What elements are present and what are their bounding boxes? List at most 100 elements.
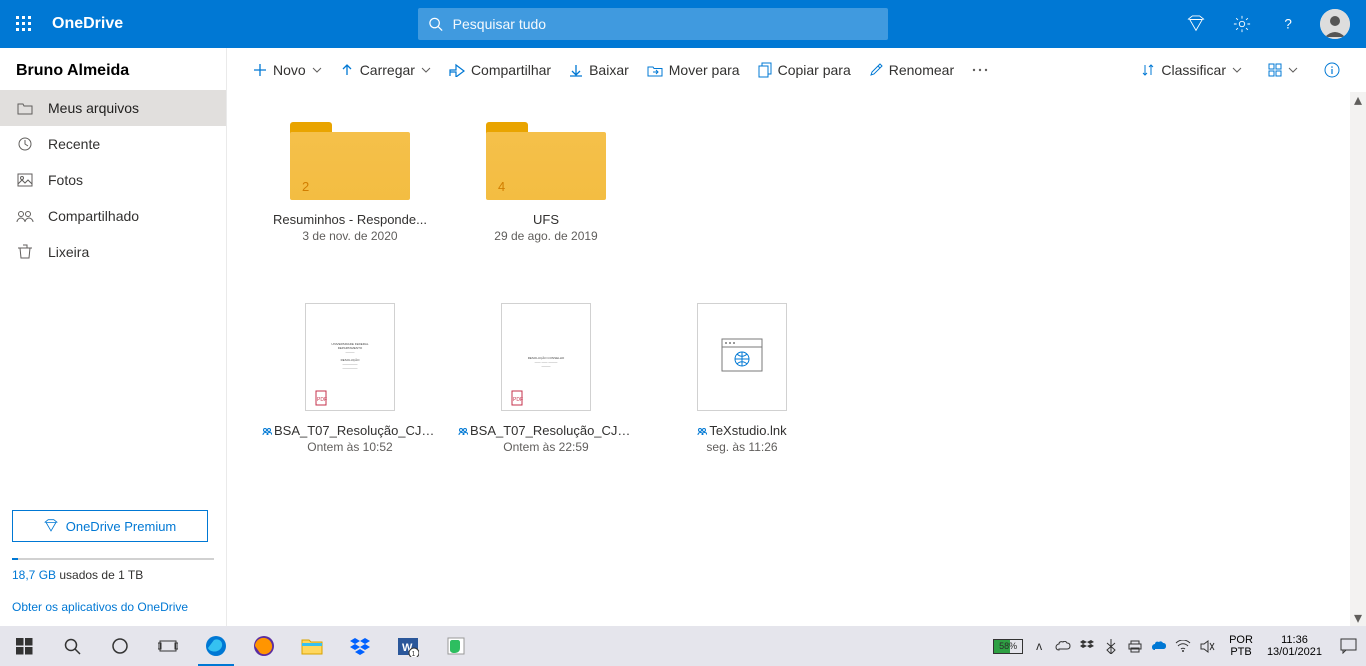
question-icon: ? (1279, 15, 1297, 33)
sidebar-item-shared[interactable]: Compartilhado (0, 198, 226, 234)
pdf-thumbnail: RESOLUÇÃO CONSELHO—— —— —————— PDF (501, 303, 591, 411)
taskbar-app-edge[interactable] (192, 626, 240, 666)
pdf-thumbnail: UNIVERSIDADE FEDERALDEPARTAMENTO———RESOL… (305, 303, 395, 411)
cmd-label: Carregar (360, 62, 415, 78)
file-tile[interactable]: RESOLUÇÃO CONSELHO—— —— —————— PDF BSA_T… (453, 303, 639, 454)
tile-date: 3 de nov. de 2020 (302, 229, 397, 243)
pdf-icon: PDF (510, 390, 524, 406)
action-center-button[interactable] (1330, 626, 1366, 666)
help-button[interactable]: ? (1274, 10, 1302, 38)
tile-date: Ontem às 22:59 (503, 440, 588, 454)
onedrive-sync-icon[interactable] (1055, 638, 1071, 654)
cmd-view[interactable] (1260, 57, 1306, 83)
app-launcher-button[interactable] (8, 8, 40, 40)
waffle-icon (16, 16, 32, 32)
word-icon: W1 (397, 635, 419, 657)
cmd-download[interactable]: Baixar (561, 56, 637, 84)
chevron-down-icon (312, 67, 322, 73)
cmd-info[interactable] (1316, 56, 1348, 84)
copy-icon (758, 62, 772, 78)
search-button[interactable] (48, 626, 96, 666)
start-button[interactable] (0, 626, 48, 666)
premium-button[interactable]: OneDrive Premium (12, 510, 208, 542)
premium-diamond-button[interactable] (1182, 10, 1210, 38)
link-thumbnail (697, 303, 787, 411)
cmd-share[interactable]: Compartilhar (441, 56, 559, 84)
cmd-move[interactable]: Mover para (639, 56, 748, 84)
clock[interactable]: 11:36 13/01/2021 (1259, 634, 1330, 658)
pdf-icon: PDF (314, 390, 328, 406)
search-input[interactable] (453, 16, 878, 32)
scroll-down-icon[interactable]: ▾ (1350, 610, 1366, 626)
cortana-button[interactable] (96, 626, 144, 666)
cmd-upload[interactable]: Carregar (332, 56, 439, 84)
tile-name: Resuminhos - Responde... (273, 212, 427, 227)
cmd-label: Compartilhar (471, 62, 551, 78)
cmd-new[interactable]: Novo (245, 56, 330, 84)
volume-icon[interactable] (1199, 638, 1215, 654)
tile-name: BSA_T07_Resolução_CJ_... (458, 423, 634, 438)
cortana-icon (111, 637, 129, 655)
settings-button[interactable] (1228, 10, 1256, 38)
onedrive-tray-icon[interactable] (1151, 638, 1167, 654)
more-icon (972, 68, 988, 72)
scrollbar[interactable]: ▴ ▾ (1350, 92, 1366, 626)
sidebar-item-label: Fotos (48, 172, 83, 188)
command-bar-right: Classificar (1133, 56, 1348, 84)
cmd-copy[interactable]: Copiar para (750, 56, 859, 84)
taskbar-app-dropbox[interactable] (336, 626, 384, 666)
sidebar-item-recent[interactable]: Recente (0, 126, 226, 162)
battery-indicator[interactable]: 58% (993, 639, 1023, 654)
sidebar: Bruno Almeida Meus arquivos Recente Foto… (0, 48, 227, 626)
file-tile[interactable]: UNIVERSIDADE FEDERALDEPARTAMENTO———RESOL… (257, 303, 443, 454)
website-icon (720, 337, 764, 377)
tray-chevron-icon[interactable]: ᴧ (1031, 638, 1047, 654)
app-header: OneDrive ? (0, 0, 1366, 48)
sidebar-nav: Meus arquivos Recente Fotos Compartilhad… (0, 90, 226, 270)
tiles-view-icon (1268, 63, 1282, 77)
folder-tile[interactable]: 2 Resuminhos - Responde... 3 de nov. de … (257, 122, 443, 243)
taskbar-app-firefox[interactable] (240, 626, 288, 666)
tray-icons[interactable]: 58% ᴧ (985, 638, 1223, 654)
sidebar-item-photos[interactable]: Fotos (0, 162, 226, 198)
get-apps-link[interactable]: Obter os aplicativos do OneDrive (12, 600, 214, 614)
cmd-sort[interactable]: Classificar (1133, 56, 1250, 84)
dropbox-tray-icon[interactable] (1079, 638, 1095, 654)
folder-tile[interactable]: 4 UFS 29 de ago. de 2019 (453, 122, 639, 243)
sidebar-item-my-files[interactable]: Meus arquivos (0, 90, 226, 126)
tile-date: 29 de ago. de 2019 (494, 229, 597, 243)
task-view-button[interactable] (144, 626, 192, 666)
svg-text:PDF: PDF (317, 397, 327, 403)
info-icon (1324, 62, 1340, 78)
wifi-icon[interactable] (1175, 638, 1191, 654)
search-icon (63, 637, 81, 655)
cmd-rename[interactable]: Renomear (861, 56, 962, 84)
cmd-overflow[interactable] (964, 62, 996, 78)
cmd-label: Classificar (1161, 62, 1226, 78)
printer-icon[interactable] (1127, 638, 1143, 654)
taskbar-app-explorer[interactable] (288, 626, 336, 666)
sidebar-item-label: Meus arquivos (48, 100, 139, 116)
bluetooth-icon[interactable] (1103, 638, 1119, 654)
download-icon (569, 63, 583, 77)
shared-icon (262, 427, 272, 437)
firefox-icon (253, 635, 275, 657)
sidebar-item-recycle-bin[interactable]: Lixeira (0, 234, 226, 270)
storage-text[interactable]: 18,7 GB usados de 1 TB (12, 568, 214, 582)
dropbox-icon (350, 637, 370, 655)
taskbar-app-evernote[interactable] (432, 626, 480, 666)
cmd-label: Copiar para (778, 62, 851, 78)
file-tile[interactable]: TeXstudio.lnk seg. às 11:26 (649, 303, 835, 454)
tile-name: TeXstudio.lnk (697, 423, 786, 438)
notifications-icon (1340, 638, 1357, 654)
search-box[interactable] (418, 8, 888, 40)
files-grid: 2 Resuminhos - Responde... 3 de nov. de … (227, 92, 1366, 484)
account-avatar[interactable] (1320, 9, 1350, 39)
taskbar-app-word[interactable]: W1 (384, 626, 432, 666)
people-icon (16, 209, 34, 223)
app-name[interactable]: OneDrive (52, 15, 123, 33)
language-indicator[interactable]: POR PTB (1223, 634, 1259, 658)
sidebar-item-label: Lixeira (48, 244, 89, 260)
sidebar-item-label: Compartilhado (48, 208, 139, 224)
scroll-up-icon[interactable]: ▴ (1350, 92, 1366, 108)
